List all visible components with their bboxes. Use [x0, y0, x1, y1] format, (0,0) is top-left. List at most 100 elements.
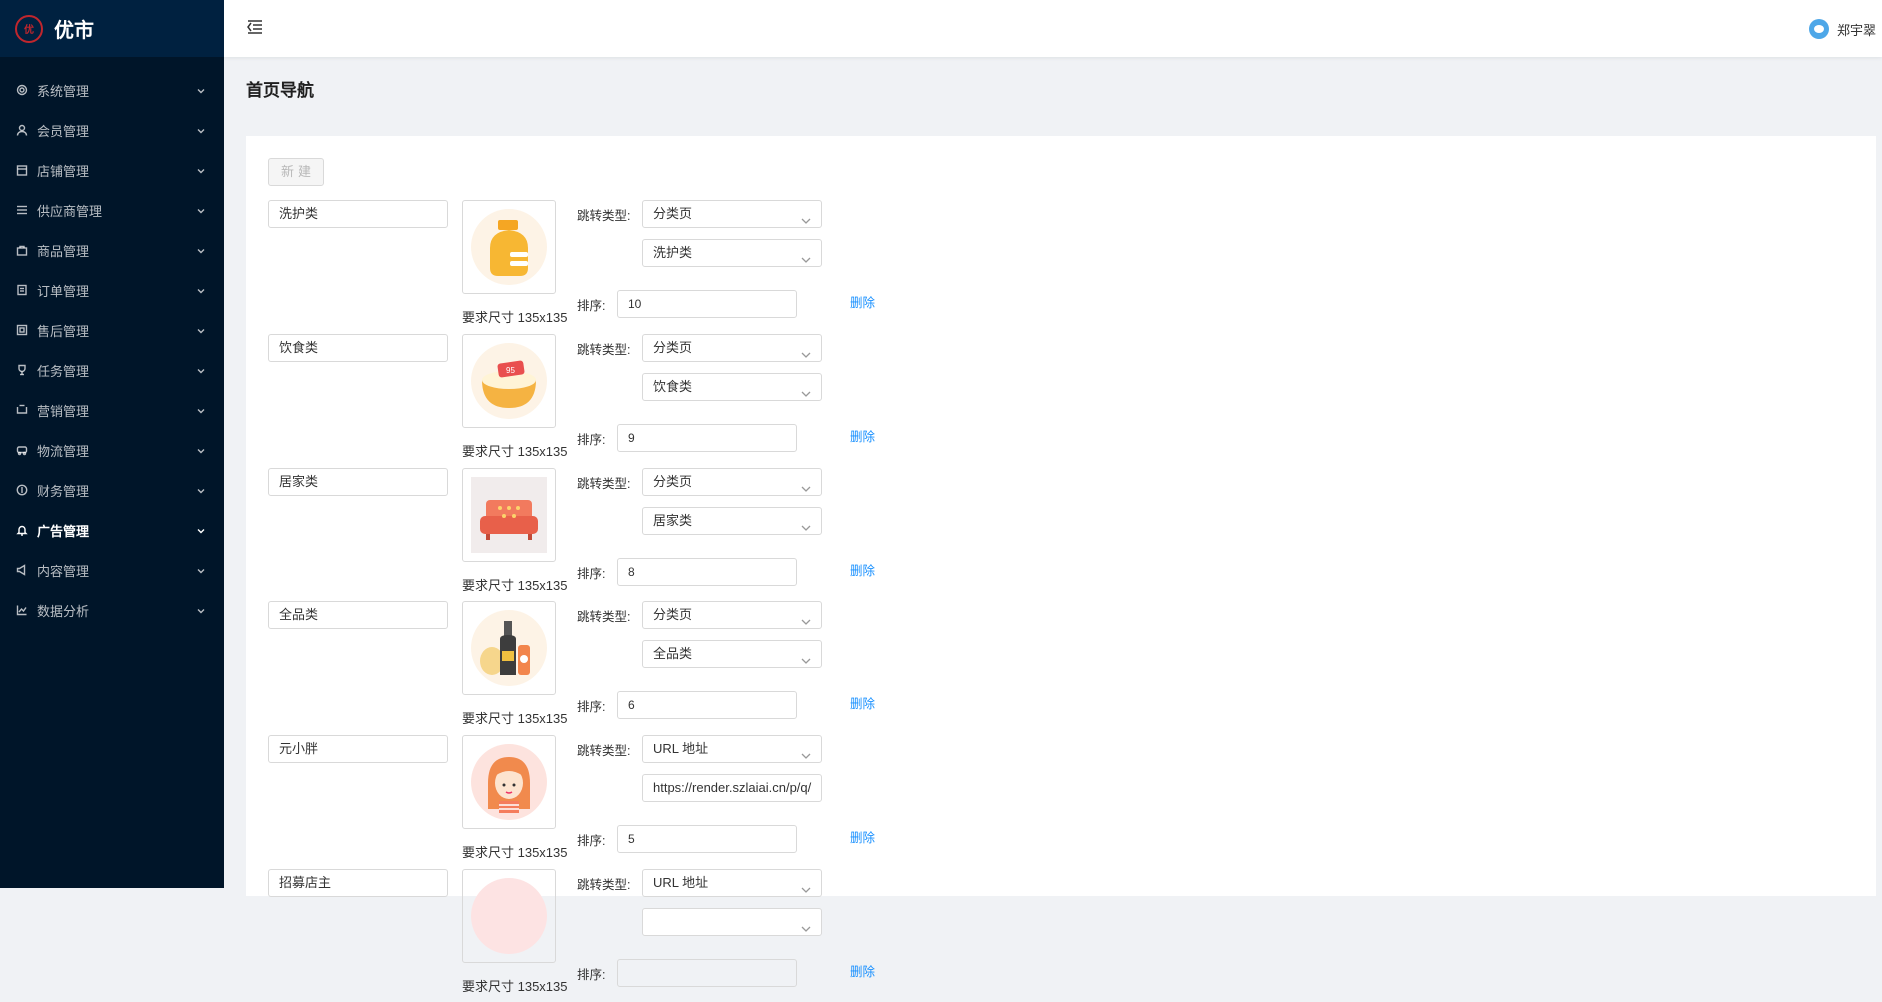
jump-type-value: 分类页: [653, 474, 693, 489]
sort-input[interactable]: 10: [617, 290, 797, 318]
sort-label: 排序:: [577, 433, 606, 447]
category-select[interactable]: 居家类: [642, 507, 822, 535]
nav-name-input[interactable]: 招募店主: [268, 869, 448, 897]
sidebar-item-label: 店铺管理: [37, 163, 90, 179]
nav-entry-row: 全品类 要求尺寸 135x135 跳转类型: 分类页 全品类 排序: 6 删除: [268, 601, 968, 734]
sidebar-item-label: 内容管理: [37, 563, 90, 579]
delete-link[interactable]: 删除: [850, 827, 875, 846]
top-header: 郑宇翠: [224, 0, 1882, 57]
chevron-down-icon: [801, 248, 811, 263]
svg-text:95: 95: [506, 366, 515, 375]
nav-name-input[interactable]: 元小胖: [268, 735, 448, 763]
sidebar-item-label: 财务管理: [37, 483, 90, 499]
jump-type-select[interactable]: URL 地址: [642, 735, 822, 763]
url-input[interactable]: https://render.szlaiai.cn/p/q/: [642, 774, 822, 802]
pink-image: [471, 878, 547, 954]
menu-fold-icon[interactable]: [246, 18, 264, 36]
sidebar-item[interactable]: 营销管理: [0, 390, 224, 430]
content-card: 新建 洗护类 要求尺寸 135x135 跳转类型: 分类页 洗护类 排序: 10 删除 饮食类 9…: [246, 136, 1876, 994]
sidebar-item[interactable]: 系统管理: [0, 70, 224, 110]
sidebar-item[interactable]: 商品管理: [0, 230, 224, 270]
jump-type-label: 跳转类型:: [577, 209, 631, 223]
nav-name-input[interactable]: 居家类: [268, 468, 448, 496]
jump-type-value: URL 地址: [653, 741, 709, 756]
store-icon: [15, 163, 29, 177]
chevron-down-icon: [197, 323, 207, 334]
nav-name-input[interactable]: 洗护类: [268, 200, 448, 228]
service-icon: [15, 323, 29, 337]
chevron-down-icon: [197, 403, 207, 414]
delete-link[interactable]: 删除: [850, 426, 875, 445]
category-select[interactable]: 饮食类: [642, 373, 822, 401]
money-icon: [15, 483, 29, 497]
image-upload[interactable]: [462, 869, 556, 963]
nav-name-input[interactable]: 全品类: [268, 601, 448, 629]
girl-avatar-image: [471, 744, 547, 820]
jump-type-select[interactable]: URL 地址: [642, 869, 822, 897]
sort-input[interactable]: 6: [617, 691, 797, 719]
delete-link[interactable]: 删除: [850, 693, 875, 712]
chevron-down-icon: [197, 563, 207, 574]
delete-link[interactable]: 删除: [850, 292, 875, 311]
chevron-down-icon: [801, 382, 811, 397]
sidebar-item-label: 任务管理: [37, 363, 90, 379]
order-icon: [15, 283, 29, 297]
image-upload[interactable]: [462, 200, 556, 294]
sidebar-item[interactable]: 订单管理: [0, 270, 224, 310]
sort-input[interactable]: 8: [617, 558, 797, 586]
sort-label: 排序:: [577, 700, 606, 714]
chevron-down-icon: [197, 443, 207, 454]
chevron-down-icon: [801, 610, 811, 625]
sort-input[interactable]: 9: [617, 424, 797, 452]
chevron-down-icon: [197, 83, 207, 94]
sidebar-menu: 系统管理会员管理店铺管理供应商管理商品管理订单管理售后管理任务管理营销管理 物流管…: [0, 70, 224, 630]
sidebar-item-label: 商品管理: [37, 243, 90, 259]
chevron-down-icon: [197, 123, 207, 134]
sidebar-item[interactable]: 任务管理: [0, 350, 224, 390]
delete-link[interactable]: 删除: [850, 560, 875, 579]
nav-name-input[interactable]: 饮食类: [268, 334, 448, 362]
sidebar-item[interactable]: 内容管理: [0, 550, 224, 590]
nav-entry-row: 招募店主 要求尺寸 135x135 跳转类型: URL 地址 排序: 删除: [268, 869, 968, 1002]
sidebar-item[interactable]: 店铺管理: [0, 150, 224, 190]
sidebar-item-label: 会员管理: [37, 123, 90, 139]
sidebar-item[interactable]: 财务管理: [0, 470, 224, 510]
category-select[interactable]: 洗护类: [642, 239, 822, 267]
chevron-down-icon: [801, 343, 811, 358]
jump-type-label: 跳转类型:: [577, 878, 631, 892]
sidebar-item[interactable]: 物流管理: [0, 430, 224, 470]
image-upload[interactable]: 95: [462, 334, 556, 428]
sidebar-item[interactable]: 广告管理: [0, 510, 224, 550]
sidebar-item[interactable]: 供应商管理: [0, 190, 224, 230]
chevron-down-icon: [801, 516, 811, 531]
sort-input[interactable]: [617, 959, 797, 987]
jump-type-value: 分类页: [653, 340, 693, 355]
image-upload[interactable]: [462, 601, 556, 695]
jump-type-label: 跳转类型:: [577, 343, 631, 357]
size-hint: 要求尺寸 135x135: [462, 310, 568, 325]
sidebar-item[interactable]: 会员管理: [0, 110, 224, 150]
user-menu[interactable]: 郑宇翠: [1808, 19, 1876, 39]
image-upload[interactable]: [462, 735, 556, 829]
logo-bar: 优 优市: [0, 0, 224, 57]
jump-type-select[interactable]: 分类页: [642, 468, 822, 496]
size-hint: 要求尺寸 135x135: [462, 845, 568, 860]
sidebar-item-label: 售后管理: [37, 323, 90, 339]
chevron-down-icon: [197, 523, 207, 534]
image-upload[interactable]: [462, 468, 556, 562]
delete-link[interactable]: 删除: [850, 961, 875, 980]
category-select[interactable]: [642, 908, 822, 936]
category-select[interactable]: 全品类: [642, 640, 822, 668]
logo-icon: 优: [15, 14, 43, 43]
sort-input[interactable]: 5: [617, 825, 797, 853]
category-select-value: 居家类: [653, 513, 693, 528]
jump-type-select[interactable]: 分类页: [642, 334, 822, 362]
user-name: 郑宇翠: [1836, 22, 1876, 38]
new-button[interactable]: 新建: [268, 158, 324, 186]
app-name: 优市: [54, 20, 94, 42]
sidebar: 优 优市 系统管理会员管理店铺管理供应商管理商品管理订单管理售后管理任务管理营销…: [0, 0, 224, 888]
jump-type-select[interactable]: 分类页: [642, 200, 822, 228]
sidebar-item[interactable]: 数据分析: [0, 590, 224, 630]
jump-type-select[interactable]: 分类页: [642, 601, 822, 629]
sidebar-item[interactable]: 售后管理: [0, 310, 224, 350]
